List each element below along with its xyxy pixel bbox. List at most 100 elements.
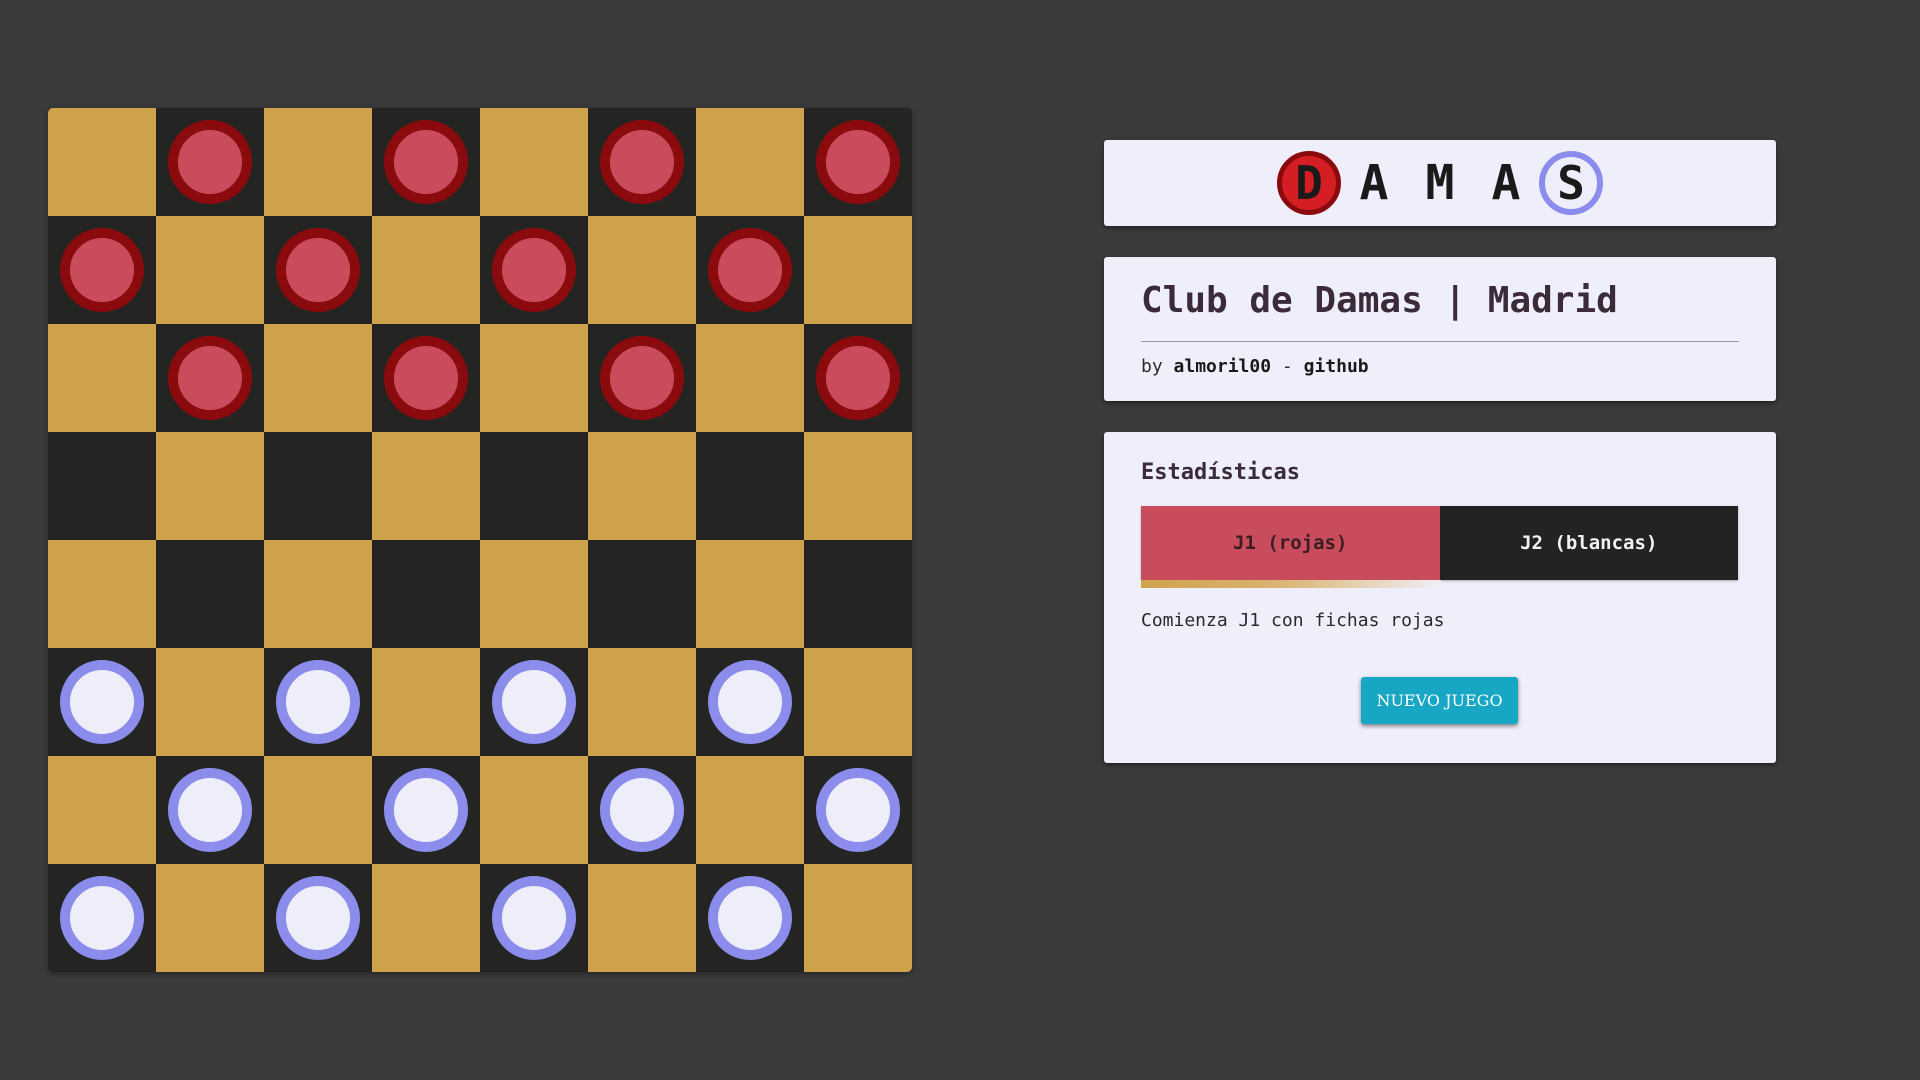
board-square-0-1[interactable] (156, 108, 264, 216)
white-checker-piece[interactable] (60, 660, 144, 744)
board-square-5-1[interactable] (156, 648, 264, 756)
board-square-2-5[interactable] (588, 324, 696, 432)
board-square-1-4[interactable] (480, 216, 588, 324)
board-square-6-7[interactable] (804, 756, 912, 864)
board-square-6-1[interactable] (156, 756, 264, 864)
board-square-1-2[interactable] (264, 216, 372, 324)
board-square-1-0[interactable] (48, 216, 156, 324)
board-square-3-3[interactable] (372, 432, 480, 540)
board-square-4-7[interactable] (804, 540, 912, 648)
board-square-4-1[interactable] (156, 540, 264, 648)
board-square-1-7[interactable] (804, 216, 912, 324)
red-checker-piece[interactable] (816, 120, 900, 204)
red-checker-piece[interactable] (600, 336, 684, 420)
board-square-6-6[interactable] (696, 756, 804, 864)
board-square-2-0[interactable] (48, 324, 156, 432)
board-square-4-4[interactable] (480, 540, 588, 648)
white-checker-piece[interactable] (168, 768, 252, 852)
byline-separator: - (1281, 356, 1293, 377)
board-square-6-5[interactable] (588, 756, 696, 864)
board-square-7-0[interactable] (48, 864, 156, 972)
board-square-3-2[interactable] (264, 432, 372, 540)
board-square-2-6[interactable] (696, 324, 804, 432)
board-square-6-4[interactable] (480, 756, 588, 864)
white-checker-piece[interactable] (816, 768, 900, 852)
turn-indicator-track (1141, 580, 1738, 588)
board-square-7-1[interactable] (156, 864, 264, 972)
board-square-0-5[interactable] (588, 108, 696, 216)
red-checker-piece[interactable] (168, 336, 252, 420)
board-square-3-4[interactable] (480, 432, 588, 540)
logo-white-piece-icon: S (1539, 151, 1603, 215)
board-square-3-0[interactable] (48, 432, 156, 540)
board-square-2-7[interactable] (804, 324, 912, 432)
white-checker-piece[interactable] (708, 876, 792, 960)
board-square-0-3[interactable] (372, 108, 480, 216)
white-checker-piece[interactable] (708, 660, 792, 744)
board-square-5-2[interactable] (264, 648, 372, 756)
status-message: Comienza J1 con fichas rojas (1141, 610, 1445, 631)
red-checker-piece[interactable] (384, 120, 468, 204)
board-square-6-3[interactable] (372, 756, 480, 864)
board-square-1-1[interactable] (156, 216, 264, 324)
board-square-5-7[interactable] (804, 648, 912, 756)
board-square-2-4[interactable] (480, 324, 588, 432)
board-square-0-7[interactable] (804, 108, 912, 216)
board-square-0-2[interactable] (264, 108, 372, 216)
board-square-7-5[interactable] (588, 864, 696, 972)
board-square-4-5[interactable] (588, 540, 696, 648)
board-square-6-2[interactable] (264, 756, 372, 864)
white-checker-piece[interactable] (60, 876, 144, 960)
players-bar: J1 (rojas) J2 (blancas) (1141, 506, 1738, 580)
white-checker-piece[interactable] (600, 768, 684, 852)
board-square-5-4[interactable] (480, 648, 588, 756)
red-checker-piece[interactable] (708, 228, 792, 312)
board-square-0-6[interactable] (696, 108, 804, 216)
board-square-7-6[interactable] (696, 864, 804, 972)
board-square-2-3[interactable] (372, 324, 480, 432)
red-checker-piece[interactable] (816, 336, 900, 420)
board-square-4-0[interactable] (48, 540, 156, 648)
board-square-7-7[interactable] (804, 864, 912, 972)
new-game-button[interactable]: NUEVO JUEGO (1361, 677, 1518, 724)
logo-panel: D A M A S (1104, 140, 1776, 226)
board-square-2-1[interactable] (156, 324, 264, 432)
board-square-3-1[interactable] (156, 432, 264, 540)
red-checker-piece[interactable] (276, 228, 360, 312)
board-square-6-0[interactable] (48, 756, 156, 864)
board-square-1-5[interactable] (588, 216, 696, 324)
white-checker-piece[interactable] (276, 660, 360, 744)
red-checker-piece[interactable] (600, 120, 684, 204)
board-square-7-4[interactable] (480, 864, 588, 972)
board-square-3-6[interactable] (696, 432, 804, 540)
github-link[interactable]: github (1304, 356, 1369, 377)
red-checker-piece[interactable] (492, 228, 576, 312)
white-checker-piece[interactable] (492, 876, 576, 960)
logo-letter-a1: A (1359, 155, 1389, 211)
page-title: Club de Damas | Madrid (1141, 273, 1739, 342)
board-square-0-4[interactable] (480, 108, 588, 216)
board-square-0-0[interactable] (48, 108, 156, 216)
board-square-1-6[interactable] (696, 216, 804, 324)
byline-prefix: by (1141, 356, 1163, 377)
white-checker-piece[interactable] (276, 876, 360, 960)
board-square-4-2[interactable] (264, 540, 372, 648)
red-checker-piece[interactable] (60, 228, 144, 312)
board-square-4-6[interactable] (696, 540, 804, 648)
board-square-3-7[interactable] (804, 432, 912, 540)
white-checker-piece[interactable] (492, 660, 576, 744)
board-square-1-3[interactable] (372, 216, 480, 324)
turn-indicator (1141, 580, 1441, 588)
red-checker-piece[interactable] (384, 336, 468, 420)
board-square-5-5[interactable] (588, 648, 696, 756)
board-square-5-6[interactable] (696, 648, 804, 756)
board-square-5-3[interactable] (372, 648, 480, 756)
board-square-2-2[interactable] (264, 324, 372, 432)
board-square-3-5[interactable] (588, 432, 696, 540)
red-checker-piece[interactable] (168, 120, 252, 204)
board-square-4-3[interactable] (372, 540, 480, 648)
board-square-5-0[interactable] (48, 648, 156, 756)
board-square-7-3[interactable] (372, 864, 480, 972)
board-square-7-2[interactable] (264, 864, 372, 972)
white-checker-piece[interactable] (384, 768, 468, 852)
